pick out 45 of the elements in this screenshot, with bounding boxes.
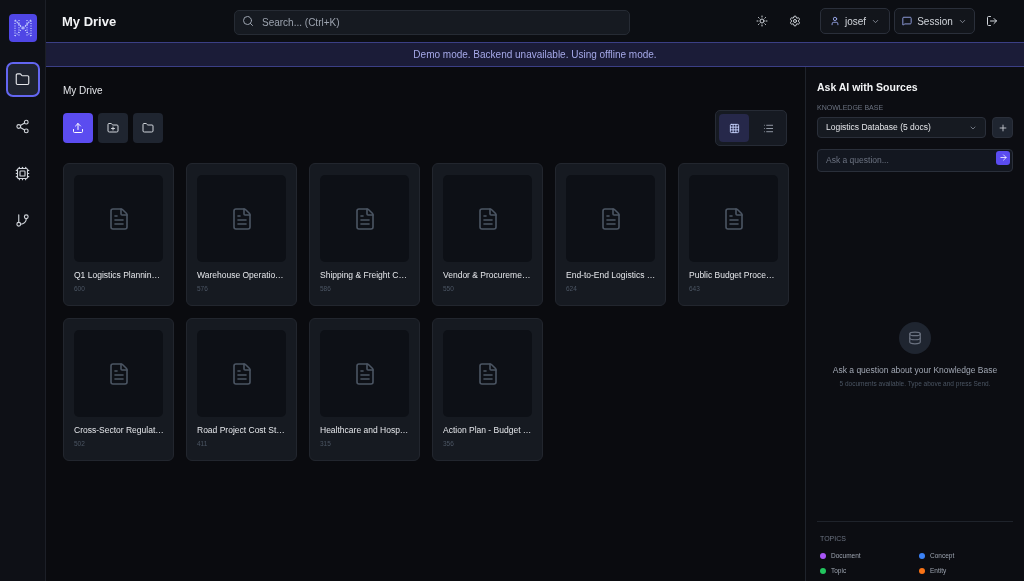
banner-text: Demo mode. Backend unavailable. Using offline mode.: [413, 48, 657, 62]
add-knowledge-base-button[interactable]: [992, 117, 1013, 138]
document-title: Public Budget Proce…: [689, 270, 775, 281]
document-title: Vendor & Procureme…: [443, 270, 531, 281]
document-title: Action Plan - Budget …: [443, 425, 532, 436]
upload-button[interactable]: [63, 113, 93, 143]
settings-icon: [789, 15, 801, 27]
question-field[interactable]: Ask a question...: [817, 148, 1013, 172]
logout-icon: [986, 15, 998, 27]
new-folder-button[interactable]: [98, 113, 128, 143]
folder-icon: [15, 72, 30, 87]
document-title: Q1 Logistics Plannin…: [74, 270, 160, 281]
folder-button[interactable]: [133, 113, 163, 143]
document-title: Shipping & Freight C…: [320, 270, 407, 281]
session-menu-button[interactable]: Session: [894, 8, 975, 34]
user-menu-button[interactable]: josef: [820, 8, 890, 34]
upload-icon: [72, 122, 84, 134]
folder-icon: [142, 122, 154, 134]
sidebar-nav-button[interactable]: [5, 62, 40, 97]
grid-icon: [728, 122, 740, 134]
user-icon: [829, 16, 840, 26]
empty-state-title: Ask a question about your Knowledge Base: [832, 365, 998, 376]
list-icon: [762, 122, 774, 134]
grid-view-button[interactable]: [719, 114, 749, 142]
document-title: Warehouse Operatio…: [197, 270, 284, 281]
plus-icon: [997, 122, 1008, 133]
knowledge-base-select[interactable]: Logistics Database (5 docs): [817, 117, 986, 138]
logo-icon: [8, 14, 37, 42]
sun-icon: [756, 15, 768, 27]
page-title: My Drive: [62, 14, 117, 29]
breadcrumb[interactable]: My Drive: [63, 84, 103, 98]
document-title: Healthcare and Hosp…: [320, 425, 409, 436]
document-title: Cross-Sector Regulat…: [74, 425, 164, 436]
database-icon: [899, 322, 931, 354]
search-icon: [242, 15, 254, 27]
chip-icon: [15, 166, 30, 181]
share-icon: [15, 119, 30, 134]
chat-bubble-icon: [902, 16, 913, 26]
branch-icon: [15, 213, 30, 228]
search-field[interactable]: Search... (Ctrl+K): [234, 9, 630, 35]
document-title: Road Project Cost St…: [197, 425, 285, 436]
arrow-right-icon: [998, 153, 1008, 162]
panel-title: Ask AI with Sources: [817, 80, 918, 94]
folder-plus-icon: [107, 122, 119, 134]
document-title: End-to-End Logistics …: [566, 270, 656, 281]
